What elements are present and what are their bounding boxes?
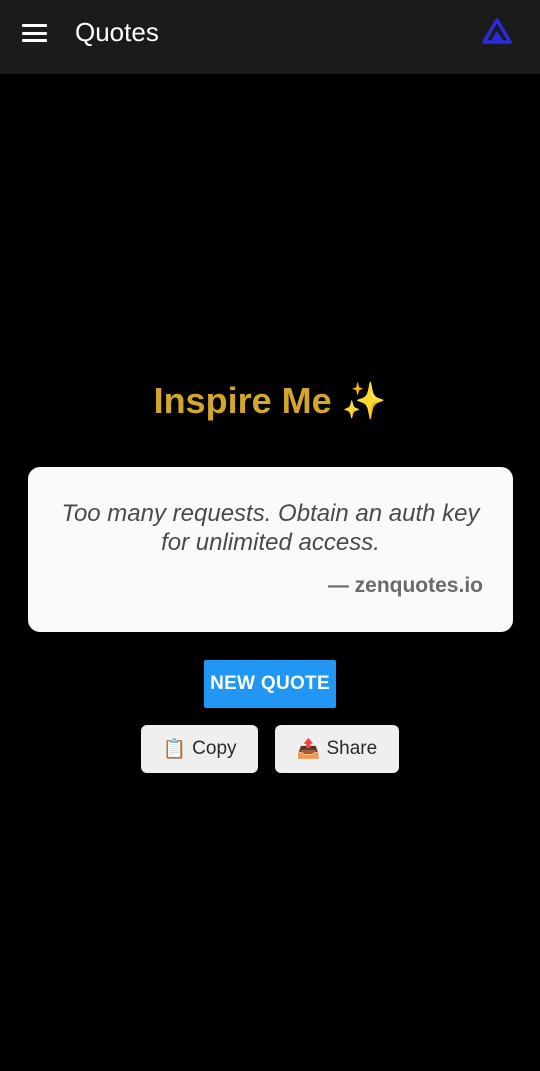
quote-text: Too many requests. Obtain an auth key fo… xyxy=(61,500,480,556)
quote-card: Too many requests. Obtain an auth key fo… xyxy=(28,467,513,632)
new-quote-button[interactable]: NEW QUOTE xyxy=(204,660,336,708)
copy-button[interactable]: 📋 Copy xyxy=(141,725,258,773)
menu-button[interactable] xyxy=(14,13,54,53)
quote-author: — zenquotes.io xyxy=(327,574,483,597)
app-bar-title: Quotes xyxy=(75,17,159,47)
copy-button-label: Copy xyxy=(192,738,237,759)
page-heading: Inspire Me ✨ xyxy=(153,380,387,421)
app-bar: Quotes xyxy=(0,0,540,74)
share-tray-icon: 📤 xyxy=(296,739,321,760)
clipboard-icon: 📋 xyxy=(162,739,187,760)
hamburger-menu-icon xyxy=(21,24,47,42)
app-logo-icon xyxy=(482,18,512,44)
share-button[interactable]: 📤 Share xyxy=(275,725,399,773)
app-screen: Quotes Inspire Me ✨ Too many requests. O… xyxy=(0,0,540,1071)
share-button-label: Share xyxy=(326,738,378,759)
